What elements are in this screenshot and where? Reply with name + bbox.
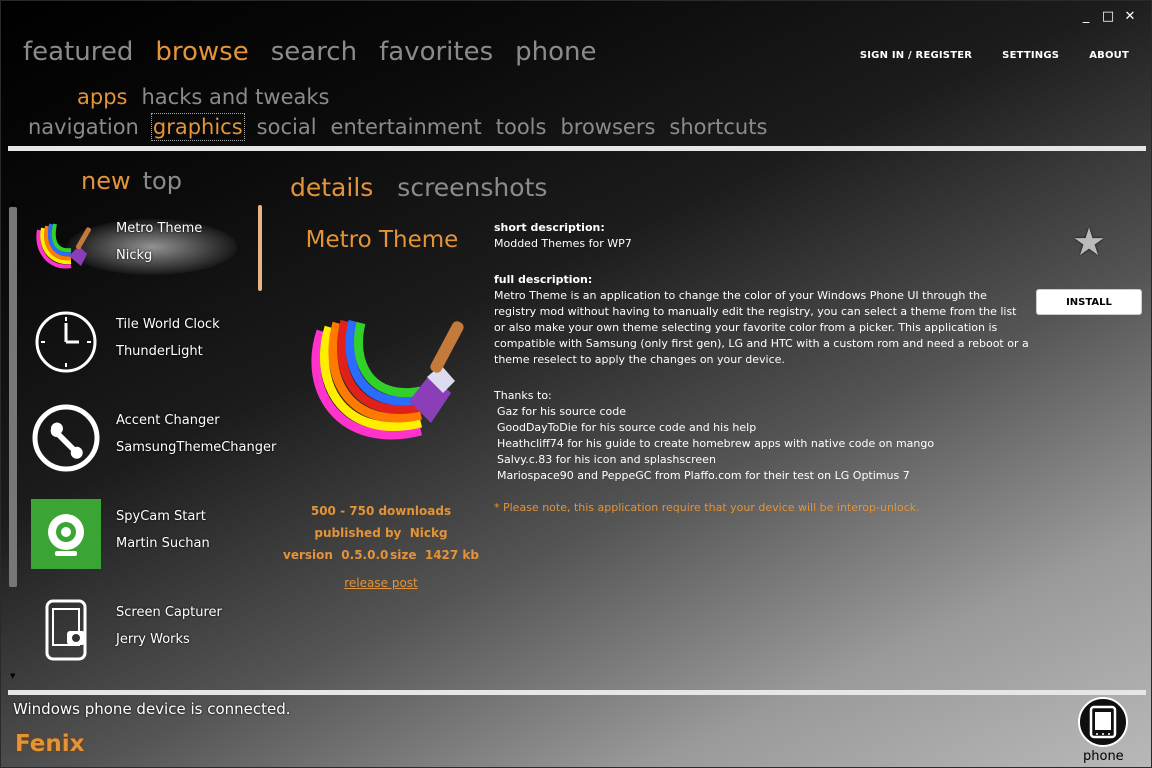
category-navigation[interactable]: navigation — [28, 115, 139, 139]
nav-featured[interactable]: featured — [23, 37, 133, 67]
list-item[interactable]: Screen Capturer Jerry Works — [27, 593, 247, 689]
release-post-link[interactable]: release post — [344, 576, 418, 590]
app-name: Screen Capturer — [116, 605, 222, 620]
list-item[interactable]: Tile World Clock ThunderLight — [27, 305, 247, 401]
app-stats: 500 - 750 downloads published by Nickg v… — [281, 504, 481, 590]
scroll-up-icon[interactable]: ▲ — [10, 199, 15, 207]
short-desc-heading: short description: — [494, 221, 605, 234]
app-window: _ □ ✕ featured browse search favorites p… — [0, 0, 1152, 768]
phone-icon — [1089, 705, 1117, 739]
top-links: SIGN IN / REGISTER SETTINGS ABOUT — [860, 50, 1129, 61]
subnav-apps[interactable]: apps — [77, 85, 127, 109]
list-scrollbar[interactable] — [9, 207, 17, 587]
selection-marker — [258, 205, 262, 291]
list-item[interactable]: Accent Changer SamsungThemeChanger — [27, 401, 277, 497]
app-title: Metro Theme — [305, 227, 459, 253]
tab-top[interactable]: top — [143, 167, 182, 195]
version-size-line: version 0.5.0.0 size 1427 kb — [281, 548, 481, 562]
category-browsers[interactable]: browsers — [560, 115, 655, 139]
nav-phone[interactable]: phone — [515, 37, 596, 67]
wrench-icon — [27, 401, 105, 475]
category-entertainment[interactable]: entertainment — [331, 115, 482, 139]
thanks-item: GoodDayToDie for his source code and his… — [497, 421, 757, 434]
category-nav: navigation graphics social entertainment… — [28, 113, 767, 141]
app-name: Accent Changer — [116, 413, 220, 428]
paintbrush-rainbow-icon — [27, 209, 105, 283]
app-name: Tile World Clock — [116, 317, 220, 332]
publisher-name: Nickg — [409, 526, 448, 540]
category-graphics[interactable]: graphics — [150, 113, 245, 141]
thanks-item: Heathcliff74 for his guide to create hom… — [497, 437, 935, 450]
bottom-divider — [8, 690, 1146, 695]
install-button[interactable]: INSTALL — [1036, 289, 1142, 315]
brand-logo: Fenix — [15, 731, 85, 757]
nav-browse[interactable]: browse — [155, 37, 248, 67]
signin-link[interactable]: SIGN IN / REGISTER — [860, 50, 972, 61]
about-link[interactable]: ABOUT — [1089, 50, 1129, 61]
description-panel: short description: Modded Themes for WP7… — [494, 220, 1030, 516]
app-author: ThunderLight — [116, 344, 203, 359]
short-desc: Modded Themes for WP7 — [494, 237, 632, 250]
detail-tabs: details screenshots — [290, 173, 547, 202]
nav-search[interactable]: search — [271, 37, 357, 67]
app-author: Jerry Works — [116, 632, 190, 647]
publisher-line: published by Nickg — [281, 526, 481, 540]
list-item[interactable]: SpyCam Start Martin Suchan — [27, 497, 247, 593]
webcam-icon — [27, 497, 105, 571]
close-icon[interactable]: ✕ — [1123, 9, 1137, 24]
main-nav: featured browse search favorites phone — [23, 37, 597, 67]
app-list: Metro Theme Nickg Tile World Clock Thund… — [27, 209, 277, 689]
category-social[interactable]: social — [257, 115, 317, 139]
version-info: version 0.5.0.0 — [283, 548, 389, 562]
full-desc: Metro Theme is an application to change … — [494, 289, 1029, 366]
connection-status: Windows phone device is connected. — [13, 700, 291, 718]
clock-icon — [27, 305, 105, 379]
phone-camera-icon — [27, 593, 105, 667]
list-item[interactable]: Metro Theme Nickg — [27, 209, 247, 305]
top-divider — [8, 146, 1146, 151]
list-tabs: new top — [81, 167, 182, 195]
category-tools[interactable]: tools — [496, 115, 547, 139]
paintbrush-rainbow-icon — [291, 311, 471, 461]
window-controls: _ □ ✕ — [1079, 9, 1137, 24]
maximize-icon[interactable]: □ — [1101, 9, 1115, 24]
published-label: published by — [314, 526, 402, 540]
sub-nav: apps hacks and tweaks — [77, 85, 329, 109]
category-shortcuts[interactable]: shortcuts — [669, 115, 767, 139]
thanks-item: Salvy.c.83 for his icon and splashscreen — [497, 453, 716, 466]
app-author: Martin Suchan — [116, 536, 210, 551]
scroll-down-icon[interactable]: ▼ — [10, 672, 15, 680]
tab-details[interactable]: details — [290, 173, 373, 202]
thanks-heading: Thanks to: — [494, 389, 552, 402]
downloads-count: 500 - 750 downloads — [310, 504, 452, 518]
phone-button[interactable] — [1078, 697, 1128, 747]
interop-note: * Please note, this application require … — [494, 501, 920, 514]
favorite-star-icon[interactable]: ★ — [1072, 220, 1106, 264]
app-name: Metro Theme — [116, 221, 203, 236]
minimize-icon[interactable]: _ — [1079, 9, 1093, 24]
subnav-hacks[interactable]: hacks and tweaks — [141, 85, 329, 109]
tab-screenshots[interactable]: screenshots — [397, 173, 547, 202]
nav-favorites[interactable]: favorites — [379, 37, 493, 67]
tab-new[interactable]: new — [81, 167, 131, 195]
app-author: Nickg — [116, 248, 153, 263]
settings-link[interactable]: SETTINGS — [1002, 50, 1059, 61]
thanks-item: Gaz for his source code — [497, 405, 626, 418]
app-name: SpyCam Start — [116, 509, 206, 524]
app-author: SamsungThemeChanger — [116, 440, 277, 455]
full-desc-heading: full description: — [494, 273, 593, 286]
phone-label: phone — [1083, 749, 1124, 764]
size-info: size 1427 kb — [390, 548, 479, 562]
thanks-item: Mariospace90 and PeppeGC from Plaffo.com… — [497, 469, 910, 482]
